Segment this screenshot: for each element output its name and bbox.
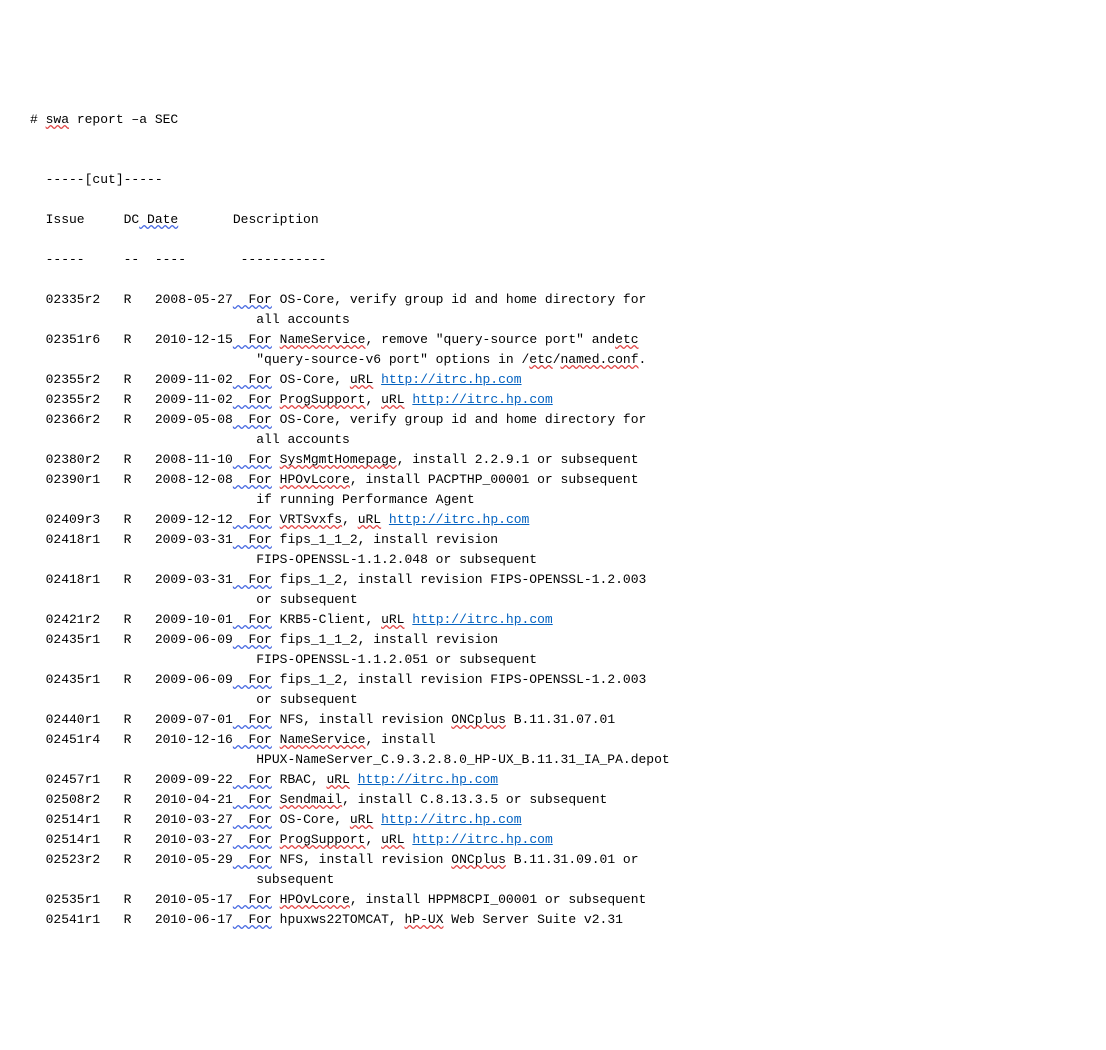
cut-marker: -----[cut]----- <box>30 170 1106 190</box>
spellcheck: uRL <box>381 612 404 627</box>
spellcheck: uRL <box>326 772 349 787</box>
spellcheck: uRL <box>381 832 404 847</box>
header-row: Issue DC Date Description <box>30 210 1106 230</box>
table-row: 02418r1 R 2009-03-31 For fips_1_1_2, ins… <box>30 530 1106 550</box>
table-row: 02355r2 R 2009-11-02 For OS-Core, uRL ht… <box>30 370 1106 390</box>
spellcheck: SysMgmtHomepage <box>280 452 397 467</box>
spellcheck: HPOvLcore <box>280 472 350 487</box>
spellcheck: uRL <box>381 392 404 407</box>
table-row: 02418r1 R 2009-03-31 For fips_1_2, insta… <box>30 570 1106 590</box>
spellcheck: Sendmail <box>280 792 342 807</box>
spellcheck: ONCplus <box>451 712 506 727</box>
table-row-continuation: subsequent <box>30 870 1106 890</box>
table-row-continuation: FIPS-OPENSSL-1.1.2.051 or subsequent <box>30 650 1106 670</box>
spellcheck: hP-UX <box>404 912 443 927</box>
table-row: 02435r1 R 2009-06-09 For fips_1_2, insta… <box>30 670 1106 690</box>
table-body: 02335r2 R 2008-05-27 For OS-Core, verify… <box>30 290 1106 930</box>
itrc-link[interactable]: http://itrc.hp.com <box>381 812 521 827</box>
spellcheck: HPOvLcore <box>280 892 350 907</box>
table-row: 02514r1 R 2010-03-27 For ProgSupport, uR… <box>30 830 1106 850</box>
header-rule: ----- -- ---- ----------- <box>30 250 1106 270</box>
spellcheck: uRL <box>358 512 381 527</box>
itrc-link[interactable]: http://itrc.hp.com <box>389 512 529 527</box>
table-row-continuation: "query-source-v6 port" options in /etc/n… <box>30 350 1106 370</box>
table-row: 02390r1 R 2008-12-08 For HPOvLcore, inst… <box>30 470 1106 490</box>
table-row: 02351r6 R 2010-12-15 For NameService, re… <box>30 330 1106 350</box>
table-row: 02435r1 R 2009-06-09 For fips_1_1_2, ins… <box>30 630 1106 650</box>
spellcheck: NameService <box>280 332 366 347</box>
spellcheck: uRL <box>350 812 373 827</box>
spellcheck: NameService <box>280 732 366 747</box>
table-row-continuation: all accounts <box>30 310 1106 330</box>
table-row: 02535r1 R 2010-05-17 For HPOvLcore, inst… <box>30 890 1106 910</box>
spellcheck: etc <box>615 332 638 347</box>
table-row-continuation: all accounts <box>30 430 1106 450</box>
spellcheck: uRL <box>350 372 373 387</box>
table-row: 02409r3 R 2009-12-12 For VRTSvxfs, uRL h… <box>30 510 1106 530</box>
table-row: 02380r2 R 2008-11-10 For SysMgmtHomepage… <box>30 450 1106 470</box>
spellcheck: swa <box>46 112 69 127</box>
table-row-continuation: if running Performance Agent <box>30 490 1106 510</box>
spellcheck: ProgSupport <box>280 832 366 847</box>
table-row: 02355r2 R 2009-11-02 For ProgSupport, uR… <box>30 390 1106 410</box>
itrc-link[interactable]: http://itrc.hp.com <box>381 372 521 387</box>
command-line: # swa report –a SEC <box>30 110 1106 130</box>
spellcheck: ProgSupport <box>280 392 366 407</box>
table-row-continuation: HPUX-NameServer_C.9.3.2.8.0_HP-UX_B.11.3… <box>30 750 1106 770</box>
table-row: 02451r4 R 2010-12-16 For NameService, in… <box>30 730 1106 750</box>
table-row: 02541r1 R 2010-06-17 For hpuxws22TOMCAT,… <box>30 910 1106 930</box>
document-root: { "cmd_prefix": "# ", "cmd_swa": "swa", … <box>0 20 1106 970</box>
table-row: 02440r1 R 2009-07-01 For NFS, install re… <box>30 710 1106 730</box>
table-row: 02335r2 R 2008-05-27 For OS-Core, verify… <box>30 290 1106 310</box>
table-row: 02508r2 R 2010-04-21 For Sendmail, insta… <box>30 790 1106 810</box>
table-row: 02514r1 R 2010-03-27 For OS-Core, uRL ht… <box>30 810 1106 830</box>
table-row: 02366r2 R 2009-05-08 For OS-Core, verify… <box>30 410 1106 430</box>
spellcheck: ONCplus <box>451 852 506 867</box>
table-row: 02523r2 R 2010-05-29 For NFS, install re… <box>30 850 1106 870</box>
table-row: 02457r1 R 2009-09-22 For RBAC, uRL http:… <box>30 770 1106 790</box>
table-row-continuation: or subsequent <box>30 690 1106 710</box>
itrc-link[interactable]: http://itrc.hp.com <box>412 832 552 847</box>
itrc-link[interactable]: http://itrc.hp.com <box>412 612 552 627</box>
table-row-continuation: or subsequent <box>30 590 1106 610</box>
table-row-continuation: FIPS-OPENSSL-1.1.2.048 or subsequent <box>30 550 1106 570</box>
table-row: 02421r2 R 2009-10-01 For KRB5-Client, uR… <box>30 610 1106 630</box>
spellcheck: VRTSvxfs <box>280 512 342 527</box>
itrc-link[interactable]: http://itrc.hp.com <box>412 392 552 407</box>
itrc-link[interactable]: http://itrc.hp.com <box>358 772 498 787</box>
